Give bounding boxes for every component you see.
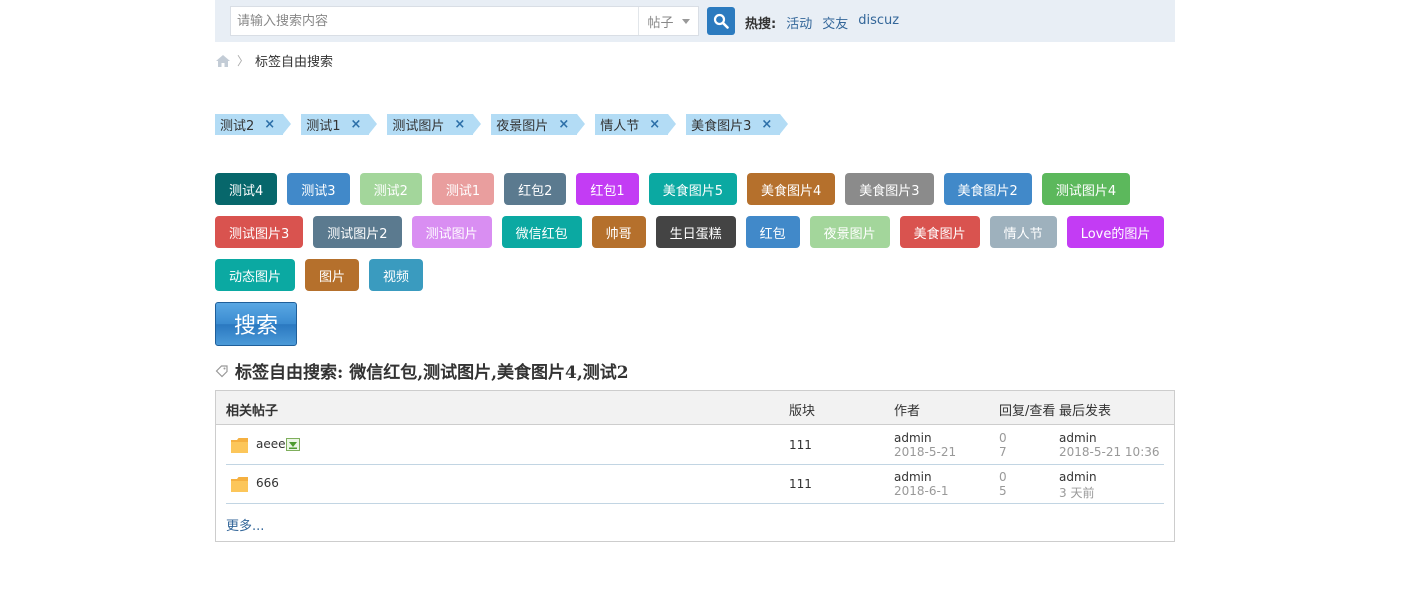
tag-button[interactable]: 测试1 [431, 173, 495, 205]
search-icon [713, 13, 729, 29]
author-date: 2018-5-21 [894, 445, 957, 459]
tag-button[interactable]: 动态图片 [215, 259, 296, 291]
tag-button[interactable]: 美食图片3 [845, 173, 934, 205]
tag-button[interactable]: 夜景图片 [809, 216, 890, 248]
home-icon[interactable] [215, 54, 231, 68]
last-poster-link[interactable]: admin [1059, 470, 1097, 484]
selected-tag-label: 测试1 [306, 119, 341, 134]
remove-icon[interactable]: × [761, 117, 772, 132]
reply-count: 0 [999, 431, 1007, 445]
tag-search-button[interactable]: 搜索 [215, 302, 297, 346]
last-post-time[interactable]: 3 天前 [1059, 484, 1094, 501]
forum-link[interactable]: 111 [789, 438, 812, 452]
author-date: 2018-6-1 [894, 484, 949, 498]
selected-tag[interactable]: 测试图片 × [387, 114, 482, 135]
selected-tag-label: 情人节 [600, 119, 640, 134]
tag-button[interactable]: 测试图片4 [1041, 173, 1131, 205]
column-forum: 版块 [789, 404, 816, 419]
tag-button[interactable]: 图片 [305, 259, 360, 291]
search-box: 帖子 [230, 6, 699, 36]
remove-icon[interactable]: × [649, 117, 660, 132]
author-link[interactable]: admin [894, 470, 932, 484]
tag-icon [215, 364, 228, 377]
breadcrumb-current: 标签自由搜索 [255, 55, 334, 70]
folder-icon [231, 477, 248, 492]
table-row: aeee 111 admin 2018-5-21 0 7 admin 2018-… [226, 426, 1164, 465]
hot-search-label: 热搜: [745, 17, 777, 32]
remove-icon[interactable]: × [558, 117, 569, 132]
tag-button[interactable]: 测试3 [287, 173, 350, 205]
tag-button[interactable]: 红包2 [504, 173, 567, 205]
folder-icon [231, 438, 248, 453]
tag-button[interactable]: 美食图片2 [943, 173, 1032, 205]
tag-button[interactable]: 生日蛋糕 [655, 216, 736, 248]
tag-button[interactable]: 帅哥 [591, 216, 646, 248]
tag-button[interactable]: 测试图片2 [313, 216, 402, 248]
tag-button[interactable]: 美食图片 [899, 216, 980, 248]
breadcrumb: 〉 标签自由搜索 [215, 51, 333, 70]
view-count: 5 [999, 484, 1007, 498]
remove-icon[interactable]: × [350, 117, 361, 132]
result-title: 标签自由搜索: 微信红包,测试图片,美食图片4,测试2 [215, 358, 629, 383]
top-search-bar: 帖子 热搜: 活动 交友 discuz [215, 0, 1175, 42]
reply-count: 0 [999, 470, 1007, 484]
thread-title-link[interactable]: aeee [256, 437, 286, 451]
table-header: 相关帖子 版块 作者 回复/查看 最后发表 [216, 391, 1174, 425]
view-count: 7 [999, 445, 1007, 459]
table-row: 666 111 admin 2018-6-1 0 5 admin 3 天前 [226, 465, 1164, 504]
forum-link[interactable]: 111 [789, 477, 812, 491]
tag-button[interactable]: 美食图片4 [746, 173, 836, 205]
selected-tag[interactable]: 美食图片3 × [686, 114, 789, 135]
tag-button[interactable]: 测试图片3 [215, 216, 304, 248]
search-type-label: 帖子 [647, 15, 674, 31]
tag-button[interactable]: 视频 [369, 259, 424, 291]
selected-tag-label: 美食图片3 [691, 119, 752, 134]
remove-icon[interactable]: × [454, 117, 465, 132]
tag-button[interactable]: 红包 [745, 216, 800, 248]
thread-title-link[interactable]: 666 [256, 476, 279, 490]
search-type-select[interactable]: 帖子 [638, 7, 698, 35]
author-link[interactable]: admin [894, 431, 932, 445]
search-button[interactable] [707, 7, 735, 35]
hot-link-discuz[interactable]: discuz [858, 13, 899, 32]
tag-button[interactable]: 微信红包 [501, 216, 582, 248]
last-poster-link[interactable]: admin [1059, 431, 1097, 445]
tag-cloud: 测试4 测试3 测试2 测试1 红包2 红包1 美食图片5 美食图片4 美食图片3 美食图片2 测试… [215, 173, 1175, 291]
tag-button[interactable]: 美食图片5 [648, 173, 737, 205]
selected-tags: 测试2 × 测试1 × 测试图片 × 夜景图片 × 情人节 × 美食图片3 × [215, 114, 789, 135]
selected-tag[interactable]: 测试2 × [215, 114, 292, 135]
remove-icon[interactable]: × [264, 117, 275, 132]
selected-tag-label: 测试图片 [392, 119, 445, 134]
chevron-down-icon [681, 18, 690, 24]
search-input[interactable] [231, 7, 639, 35]
hot-search: 热搜: 活动 交友 discuz [745, 13, 899, 32]
breadcrumb-separator: 〉 [237, 54, 250, 68]
selected-tag[interactable]: 夜景图片 × [491, 114, 586, 135]
column-replies: 回复/查看 [999, 404, 1056, 419]
selected-tag-label: 夜景图片 [496, 119, 549, 134]
hot-link-activity[interactable]: 活动 [786, 13, 812, 32]
tag-button[interactable]: 红包1 [576, 173, 639, 205]
tag-button[interactable]: 测试图片 [411, 216, 492, 248]
column-author: 作者 [894, 404, 921, 419]
tag-button[interactable]: 测试4 [215, 173, 278, 205]
last-post-time[interactable]: 2018-5-21 10:36 [1059, 445, 1160, 459]
hot-link-friends[interactable]: 交友 [822, 13, 848, 32]
tag-button[interactable]: 情人节 [989, 216, 1057, 248]
selected-tag[interactable]: 情人节 × [595, 114, 677, 135]
tag-button[interactable]: Love的图片 [1066, 216, 1165, 248]
attachment-image-icon [286, 438, 300, 451]
selected-tag[interactable]: 测试1 × [301, 114, 378, 135]
more-link[interactable]: 更多... [226, 515, 264, 534]
selected-tag-label: 测试2 [220, 119, 255, 134]
result-title-text: 标签自由搜索: 微信红包,测试图片,美食图片4,测试2 [235, 363, 629, 383]
column-topic: 相关帖子 [226, 404, 279, 419]
column-last-post: 最后发表 [1059, 404, 1112, 419]
tag-button[interactable]: 测试2 [359, 173, 422, 205]
results-table: 相关帖子 版块 作者 回复/查看 最后发表 aeee 111 admin 201… [215, 390, 1175, 542]
